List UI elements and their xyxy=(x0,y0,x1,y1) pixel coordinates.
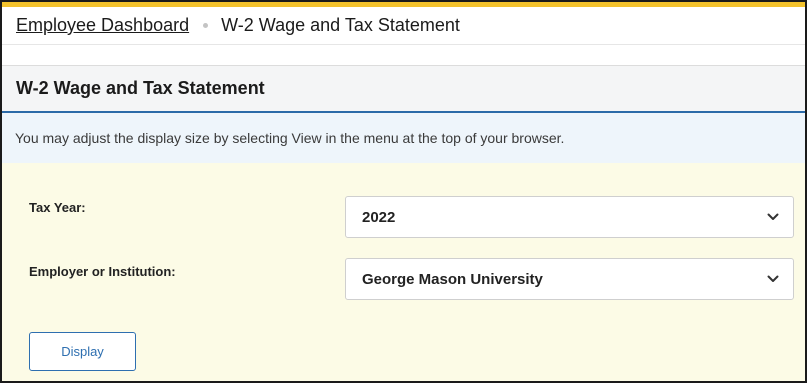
breadcrumb-separator xyxy=(203,23,209,28)
employer-select[interactable]: George Mason University xyxy=(345,258,794,300)
breadcrumb-employee-dashboard-link[interactable]: Employee Dashboard xyxy=(16,15,189,36)
employer-label: Employer or Institution: xyxy=(29,264,176,279)
w2-form: Tax Year: 2022 Employer or Institution: … xyxy=(2,163,805,381)
display-size-notice: You may adjust the display size by selec… xyxy=(2,113,805,163)
chevron-down-icon xyxy=(767,275,779,282)
display-button[interactable]: Display xyxy=(29,332,136,371)
w2-statement-panel: Employee Dashboard W-2 Wage and Tax Stat… xyxy=(0,0,807,383)
breadcrumb-current: W-2 Wage and Tax Statement xyxy=(221,15,460,35)
tax-year-label: Tax Year: xyxy=(29,200,86,215)
page-title: W-2 Wage and Tax Statement xyxy=(2,65,805,113)
chevron-down-icon xyxy=(767,213,779,220)
employer-value: George Mason University xyxy=(362,270,543,288)
tax-year-value: 2022 xyxy=(362,208,396,226)
tax-year-select[interactable]: 2022 xyxy=(345,196,794,238)
breadcrumb: Employee Dashboard W-2 Wage and Tax Stat… xyxy=(2,7,805,45)
